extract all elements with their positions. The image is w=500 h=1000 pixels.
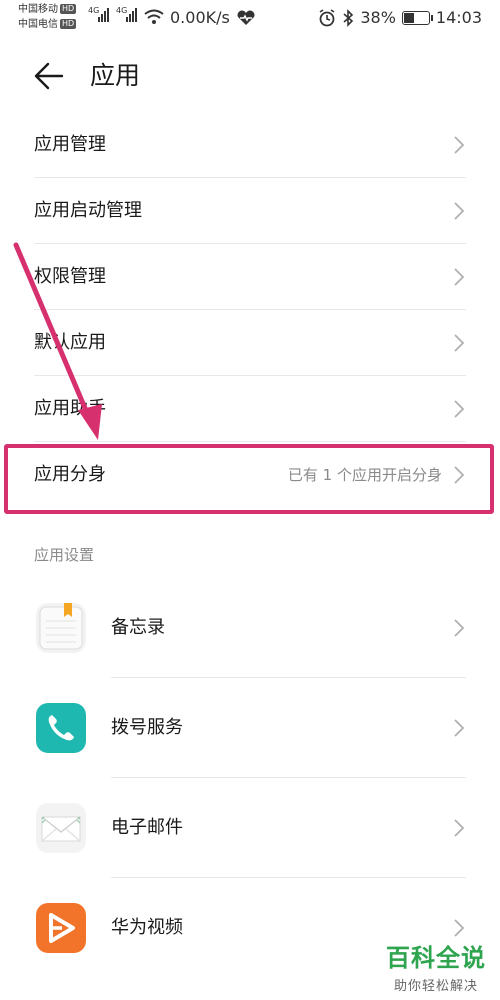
chevron-right-icon (454, 919, 464, 937)
arrow-left-icon (34, 62, 64, 90)
mail-icon (36, 803, 86, 853)
notepad-icon (36, 603, 86, 653)
app-label: 电子邮件 (111, 817, 183, 838)
bluetooth-icon (343, 8, 354, 27)
chevron-right-icon (454, 268, 464, 286)
app-row-notes[interactable]: 备忘录 (0, 578, 500, 678)
network-speed: 0.00K/s (170, 8, 230, 27)
menu-item-app-assistant[interactable]: 应用助手 (0, 376, 500, 442)
menu-item-label: 默认应用 (34, 332, 106, 353)
back-button[interactable] (30, 58, 70, 94)
chevron-right-icon (454, 619, 464, 637)
chevron-right-icon (454, 136, 464, 154)
menu-item-label: 应用管理 (34, 134, 106, 155)
phone-icon (36, 703, 86, 753)
menu-item-default-apps[interactable]: 默认应用 (0, 310, 500, 376)
app-label: 备忘录 (111, 617, 165, 638)
highlight-box (4, 444, 494, 514)
battery-percent: 38% (360, 8, 396, 27)
chevron-right-icon (454, 719, 464, 737)
menu-item-label: 权限管理 (34, 266, 106, 287)
app-row-email[interactable]: 电子邮件 (0, 778, 500, 878)
page-title: 应用 (90, 61, 141, 90)
menu-item-label: 应用启动管理 (34, 200, 142, 221)
wifi-icon (144, 9, 164, 24)
app-settings-list: 备忘录 拨号服务 电子邮件 华为视频 (0, 578, 500, 978)
app-label: 拨号服务 (111, 717, 183, 738)
alarm-icon (319, 8, 335, 26)
status-right: 38% 14:03 (318, 8, 482, 27)
app-row-dialer[interactable]: 拨号服务 (0, 678, 500, 778)
signal-icon (98, 8, 109, 22)
app-label: 华为视频 (111, 917, 183, 938)
chevron-right-icon (454, 334, 464, 352)
menu-item-permission-management[interactable]: 权限管理 (0, 244, 500, 310)
watermark-main: 百科全说 (386, 944, 486, 972)
menu-item-app-management[interactable]: 应用管理 (0, 112, 500, 178)
health-heart-icon (237, 10, 255, 25)
carrier-2: 中国电信 (18, 19, 58, 30)
watermark: 百科全说 助你轻松解决 (386, 938, 486, 994)
video-icon (36, 903, 86, 953)
carrier-info: 中国移动 HD 中国电信 HD (18, 2, 77, 32)
watermark-sub: 助你轻松解决 (393, 979, 478, 994)
hd-badge: HD (60, 4, 77, 14)
chevron-right-icon (454, 202, 464, 220)
carrier-1: 中国移动 (18, 4, 58, 15)
clock-time: 14:03 (435, 8, 482, 27)
menu-item-label: 应用助手 (34, 398, 106, 419)
signal-icon (126, 8, 137, 22)
status-bar: 中国移动 HD 中国电信 HD 4G 4G 0.00K/s 38% 14:03 (0, 0, 500, 36)
menu-item-startup-management[interactable]: 应用启动管理 (0, 178, 500, 244)
section-title: 应用设置 (34, 546, 95, 564)
chevron-right-icon (454, 819, 464, 837)
battery-icon (401, 10, 433, 25)
hd-badge: HD (60, 19, 77, 29)
app-header: 应用 (0, 50, 500, 100)
chevron-right-icon (454, 400, 464, 418)
